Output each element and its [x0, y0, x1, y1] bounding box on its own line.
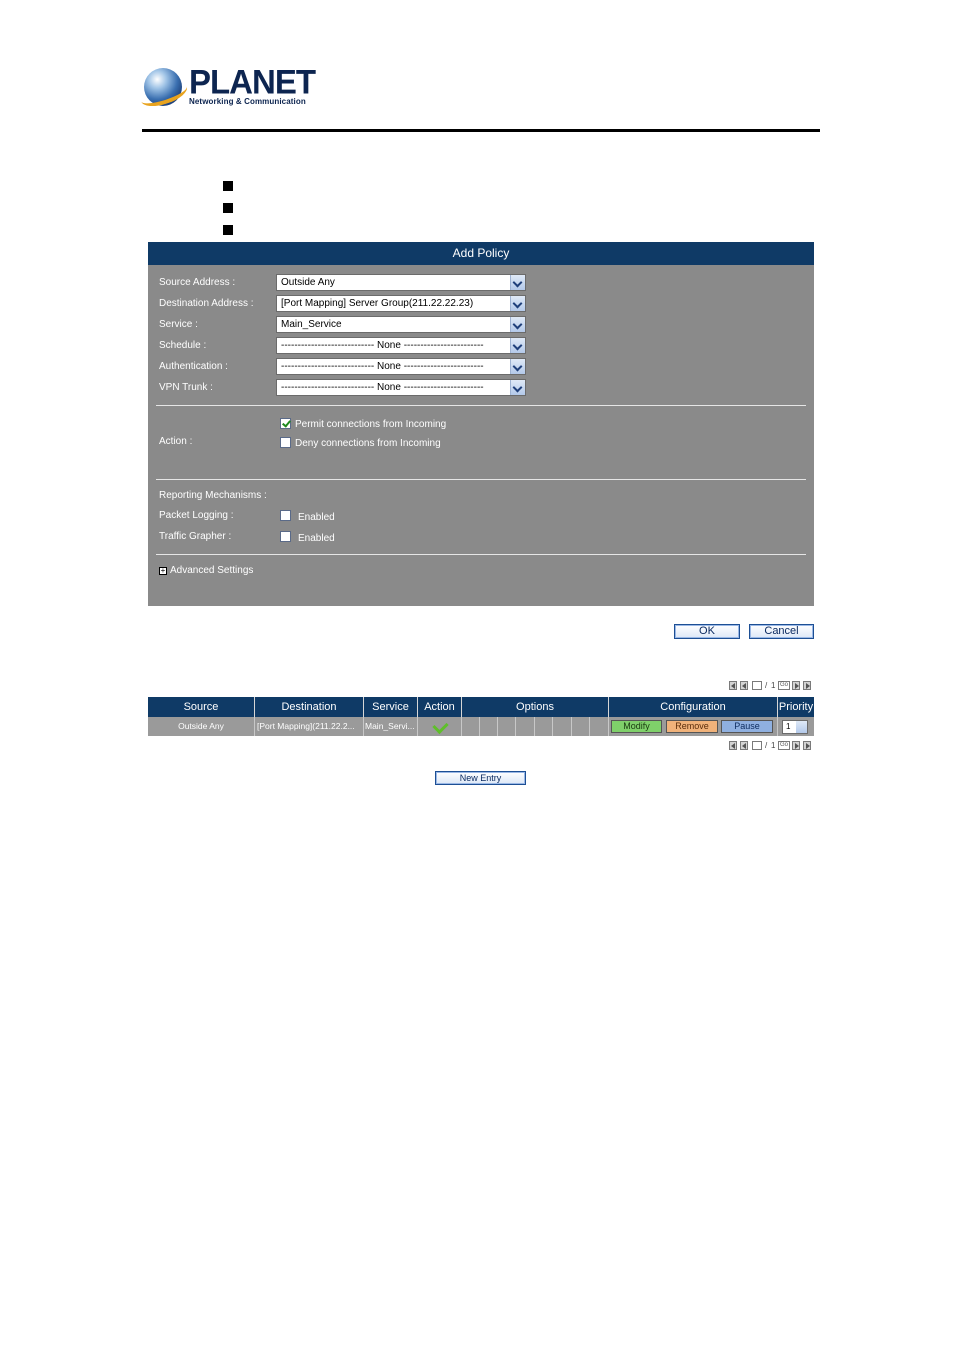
- packet-logging-checkbox[interactable]: [280, 510, 291, 521]
- vpn-trunk-value: ---------------------------- None ------…: [281, 382, 484, 393]
- destination-address-value: [Port Mapping] Server Group(211.22.22.23…: [281, 298, 474, 309]
- row-option-cell: [516, 717, 535, 736]
- chevron-down-icon[interactable]: [796, 721, 807, 733]
- destination-address-label: Destination Address :: [159, 298, 254, 309]
- column-header-service: Service: [364, 697, 418, 717]
- add-policy-title: Add Policy: [148, 242, 814, 265]
- destination-address-select[interactable]: [Port Mapping] Server Group(211.22.22.23…: [276, 295, 526, 312]
- column-header-options: Options: [462, 697, 609, 717]
- page-number-input[interactable]: [752, 681, 762, 690]
- row-service: Main_Servi...: [364, 717, 418, 736]
- schedule-select[interactable]: ---------------------------- None ------…: [276, 337, 526, 354]
- authentication-value: ---------------------------- None ------…: [281, 361, 484, 372]
- permit-check-icon: [432, 717, 449, 735]
- row-destination: [Port Mapping](211.22.2...: [255, 717, 364, 736]
- chevron-down-icon[interactable]: [510, 380, 525, 395]
- service-label: Service :: [159, 319, 198, 330]
- column-header-source: Source: [148, 697, 255, 717]
- permit-checkbox[interactable]: [280, 418, 291, 429]
- first-page-icon[interactable]: [729, 741, 737, 750]
- row-option-cell: [462, 717, 480, 736]
- bullet-marker: [223, 225, 233, 235]
- packet-logging-enabled: Enabled: [298, 512, 335, 523]
- reporting-label: Reporting Mechanisms :: [159, 490, 267, 501]
- go-button[interactable]: Go: [778, 741, 790, 750]
- row-option-cell: [535, 717, 553, 736]
- page-separator: /: [765, 681, 768, 690]
- priority-value: 1: [786, 722, 791, 731]
- pause-button[interactable]: Pause: [721, 720, 773, 733]
- last-page-icon[interactable]: [803, 681, 811, 690]
- chevron-down-icon[interactable]: [510, 338, 525, 353]
- remove-button[interactable]: Remove: [666, 720, 718, 733]
- brand-tagline: Networking & Communication: [189, 97, 306, 106]
- new-entry-button[interactable]: New Entry: [435, 771, 526, 785]
- chevron-down-icon[interactable]: [510, 359, 525, 374]
- source-address-value: Outside Any: [281, 277, 335, 288]
- page-total: 1: [771, 681, 776, 690]
- prev-page-icon[interactable]: [740, 681, 748, 690]
- page-total: 1: [771, 741, 776, 750]
- schedule-value: ---------------------------- None ------…: [281, 340, 484, 351]
- authentication-label: Authentication :: [159, 361, 228, 372]
- brand-name: PLANET: [189, 62, 316, 101]
- vpn-trunk-label: VPN Trunk :: [159, 382, 213, 393]
- section-divider: [156, 479, 806, 480]
- packet-logging-label: Packet Logging :: [159, 510, 234, 521]
- traffic-grapher-enabled: Enabled: [298, 533, 335, 544]
- traffic-grapher-label: Traffic Grapher :: [159, 531, 232, 542]
- column-header-destination: Destination: [255, 697, 364, 717]
- permit-label: Permit connections from Incoming: [295, 419, 447, 430]
- bullet-marker: [223, 203, 233, 213]
- prev-page-icon[interactable]: [740, 741, 748, 750]
- cancel-button[interactable]: Cancel: [749, 624, 814, 639]
- row-option-cell: [590, 717, 609, 736]
- service-select[interactable]: Main_Service: [276, 316, 526, 333]
- modify-button[interactable]: Modify: [611, 720, 662, 733]
- chevron-down-icon[interactable]: [510, 317, 525, 332]
- action-label: Action :: [159, 436, 193, 447]
- go-button[interactable]: Go: [778, 681, 790, 690]
- row-action-cell: [418, 717, 462, 736]
- row-option-cell: [553, 717, 572, 736]
- column-header-action: Action: [418, 697, 462, 717]
- row-option-cell: [480, 717, 498, 736]
- deny-checkbox[interactable]: [280, 437, 291, 448]
- service-value: Main_Service: [281, 319, 342, 330]
- section-divider: [156, 405, 806, 406]
- bullet-marker: [223, 181, 233, 191]
- column-header-priority: Priority: [778, 697, 814, 717]
- row-option-cell: [498, 717, 516, 736]
- vpn-trunk-select[interactable]: ---------------------------- None ------…: [276, 379, 526, 396]
- schedule-label: Schedule :: [159, 340, 207, 351]
- row-source: Outside Any: [148, 717, 255, 736]
- source-address-select[interactable]: Outside Any: [276, 274, 526, 291]
- next-page-icon[interactable]: [792, 741, 800, 750]
- traffic-grapher-checkbox[interactable]: [280, 531, 291, 542]
- deny-label: Deny connections from Incoming: [295, 438, 441, 449]
- source-address-label: Source Address :: [159, 277, 236, 288]
- next-page-icon[interactable]: [792, 681, 800, 690]
- authentication-select[interactable]: ---------------------------- None ------…: [276, 358, 526, 375]
- chevron-down-icon[interactable]: [510, 296, 525, 311]
- chevron-down-icon[interactable]: [510, 275, 525, 290]
- last-page-icon[interactable]: [803, 741, 811, 750]
- first-page-icon[interactable]: [729, 681, 737, 690]
- page-separator: /: [765, 741, 768, 750]
- page-number-input[interactable]: [752, 741, 762, 750]
- ok-button[interactable]: OK: [674, 624, 740, 639]
- advanced-settings-link[interactable]: Advanced Settings: [170, 565, 253, 577]
- column-header-configuration: Configuration: [609, 697, 778, 717]
- priority-select[interactable]: 1: [782, 720, 808, 734]
- section-divider: [156, 554, 806, 555]
- header-rule: [142, 129, 820, 132]
- expand-plus-icon[interactable]: +: [159, 567, 167, 575]
- row-option-cell: [572, 717, 590, 736]
